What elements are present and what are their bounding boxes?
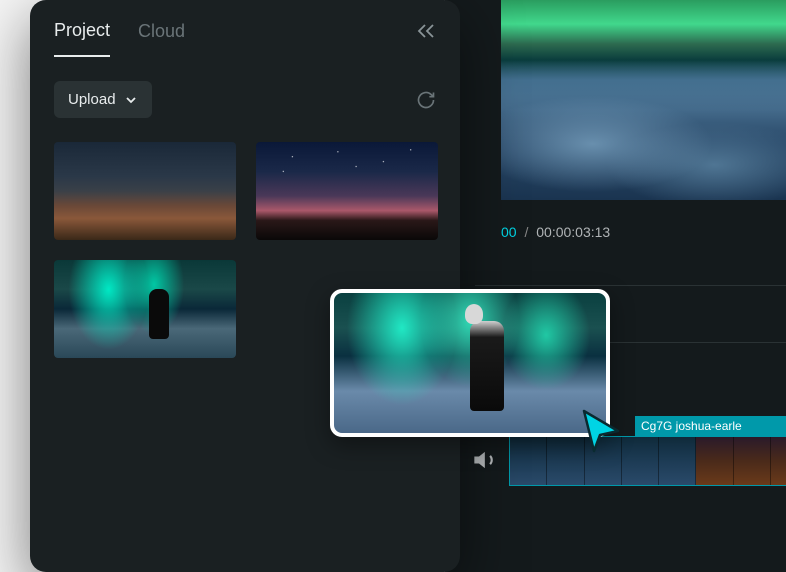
media-thumbnail[interactable] <box>54 142 236 240</box>
timeline-frame[interactable] <box>696 437 733 485</box>
timecode-total: 00:00:03:13 <box>536 224 610 240</box>
tab-project[interactable]: Project <box>54 20 110 57</box>
sidebar-tabs: Project Cloud <box>30 0 460 57</box>
timecode-display: 00 / 00:00:03:13 <box>501 224 610 240</box>
sound-icon[interactable] <box>472 446 500 474</box>
timeline-clip-label[interactable]: Cg7G joshua-earle <box>635 416 786 436</box>
divider <box>475 285 786 286</box>
timeline-frame[interactable] <box>622 437 659 485</box>
collapse-icon[interactable] <box>416 22 436 45</box>
upload-button[interactable]: Upload <box>54 81 152 118</box>
timeline-frame[interactable] <box>771 437 786 485</box>
timecode-current: 00 <box>501 224 517 240</box>
timeline-frame[interactable] <box>510 437 547 485</box>
upload-button-label: Upload <box>68 91 116 108</box>
timeline-track[interactable] <box>509 436 786 486</box>
tab-cloud[interactable]: Cloud <box>138 21 185 56</box>
preview-panel: 00 / 00:00:03:13 Cg7G joshua-earle <box>445 0 786 572</box>
preview-viewport[interactable] <box>501 0 786 200</box>
drag-preview-thumbnail[interactable] <box>330 289 610 437</box>
media-thumbnail[interactable] <box>256 142 438 240</box>
timeline-frame[interactable] <box>585 437 622 485</box>
media-sidebar: Project Cloud Upload <box>30 0 460 572</box>
media-thumbnail[interactable] <box>54 260 236 358</box>
timeline-frame[interactable] <box>659 437 696 485</box>
refresh-icon[interactable] <box>416 90 436 110</box>
chevron-down-icon <box>124 93 138 107</box>
timeline-frame[interactable] <box>734 437 771 485</box>
upload-row: Upload <box>30 57 460 118</box>
timecode-separator: / <box>524 224 528 240</box>
timeline-frame[interactable] <box>547 437 584 485</box>
